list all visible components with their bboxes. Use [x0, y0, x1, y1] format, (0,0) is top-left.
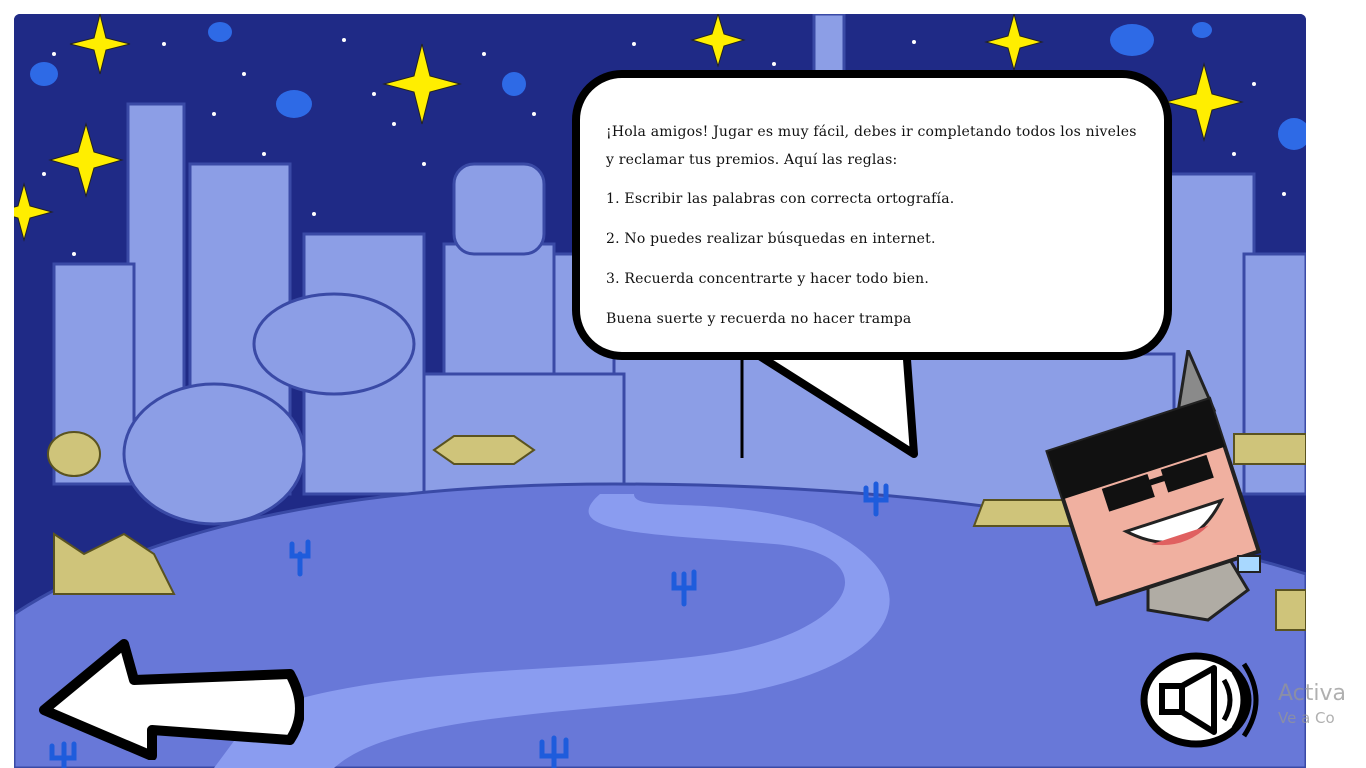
- watermark-line-2: Ve a Co: [1278, 709, 1335, 727]
- speaker-icon: [1140, 652, 1259, 748]
- game-stage: ¡Hola amigos! Jugar es muy fácil, debes …: [14, 14, 1306, 768]
- speech-bubble: ¡Hola amigos! Jugar es muy fácil, debes …: [572, 70, 1172, 360]
- left-arrow-icon: [39, 639, 305, 761]
- rule-2-text: 2. No puedes realizar búsquedas en inter…: [606, 231, 936, 247]
- farewell-text: Buena suerte y recuerda no hacer trampa: [606, 311, 912, 327]
- intro-text: ¡Hola amigos! Jugar es muy fácil, debes …: [606, 124, 1137, 168]
- rule-1-text: 1. Escribir las palabras con correcta or…: [606, 191, 955, 207]
- rule-3-text: 3. Recuerda concentrarte y hacer todo bi…: [606, 271, 930, 287]
- watermark-line-1: Activa: [1278, 681, 1346, 706]
- sound-button[interactable]: [1138, 648, 1278, 748]
- back-button[interactable]: [34, 630, 305, 761]
- character: [1045, 350, 1262, 622]
- activation-watermark: Activa Ve a Co: [1278, 680, 1366, 728]
